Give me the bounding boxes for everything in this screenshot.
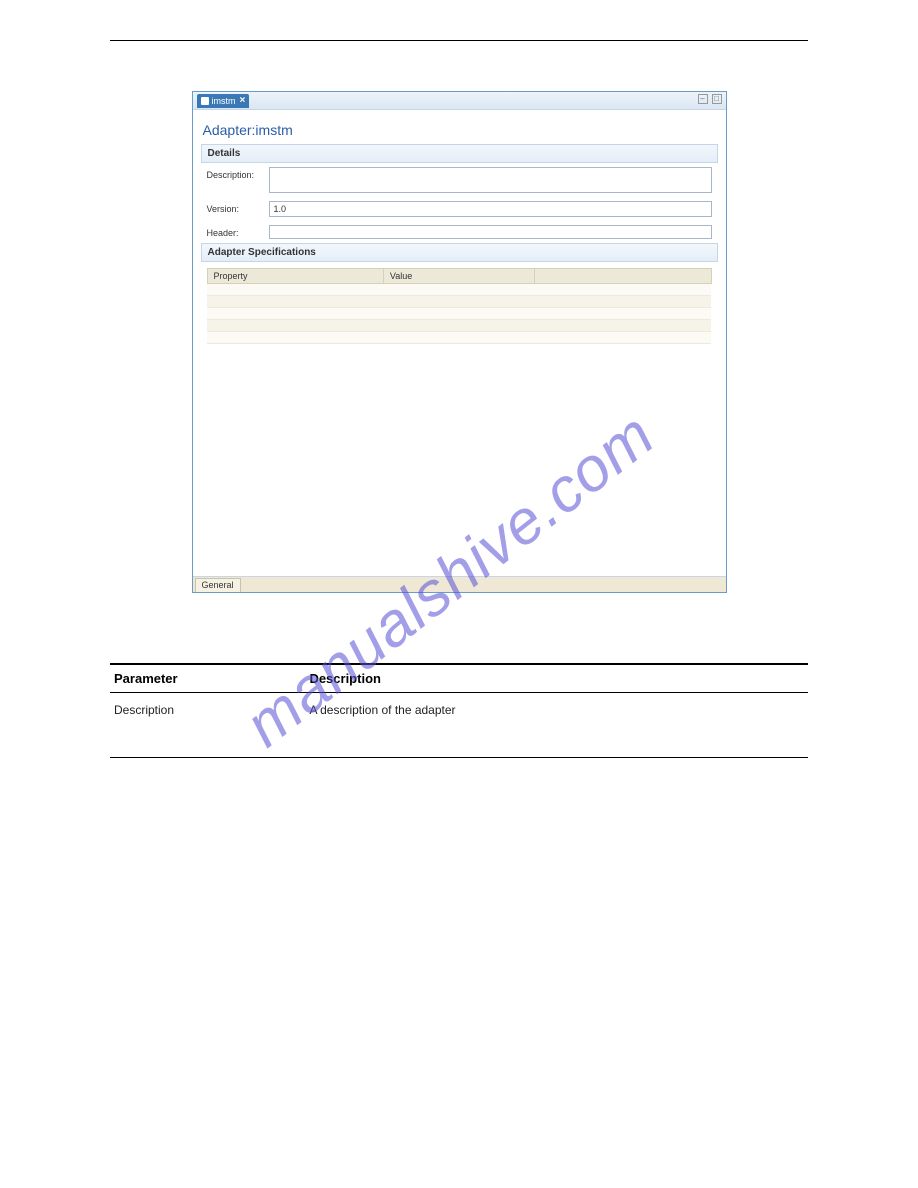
table-row[interactable] (207, 284, 711, 296)
col-property[interactable]: Property (207, 269, 383, 284)
param-cell: Description (110, 693, 305, 758)
table-row[interactable] (207, 320, 711, 332)
page-top-rule (110, 40, 808, 41)
row-version: Version: 1.0 (201, 197, 718, 221)
label-description: Description: (207, 167, 269, 180)
input-header[interactable] (269, 225, 712, 239)
section-adapter-specs: Adapter Specifications (201, 243, 718, 262)
row-description: Description: (201, 163, 718, 197)
window-titlebar: imstm × – □ (193, 92, 726, 110)
row-header: Header: (201, 221, 718, 243)
blank-area (201, 346, 718, 576)
editor-tab-imstm[interactable]: imstm × (197, 94, 250, 108)
table-row[interactable] (207, 308, 711, 320)
adapter-title: Adapter:imstm (201, 116, 718, 144)
close-icon[interactable]: × (240, 95, 246, 106)
bottom-tab-bar: General (193, 576, 726, 592)
col-value[interactable]: Value (383, 269, 534, 284)
input-description[interactable] (269, 167, 712, 193)
desc-cell: A description of the adapter (305, 693, 808, 758)
input-version[interactable]: 1.0 (269, 201, 712, 217)
file-icon (201, 97, 209, 105)
label-header: Header: (207, 225, 269, 238)
col-empty[interactable] (535, 269, 711, 284)
minimize-icon[interactable]: – (698, 94, 708, 104)
maximize-icon[interactable]: □ (712, 94, 722, 104)
adapter-window: imstm × – □ Adapter:imstm Details Descri… (192, 91, 727, 593)
spec-table: Property Value (207, 268, 712, 344)
label-version: Version: (207, 201, 269, 214)
tab-label: imstm (212, 96, 236, 106)
spec-table-wrap: Property Value (201, 262, 718, 346)
col-description: Description (305, 664, 808, 693)
section-details: Details (201, 144, 718, 163)
params-table: Parameter Description Description A desc… (110, 663, 808, 758)
table-row[interactable] (207, 332, 711, 344)
table-row[interactable] (207, 296, 711, 308)
window-controls: – □ (698, 94, 722, 104)
window-body: Adapter:imstm Details Description: Versi… (193, 110, 726, 576)
tab-general[interactable]: General (195, 578, 241, 592)
col-parameter: Parameter (110, 664, 305, 693)
